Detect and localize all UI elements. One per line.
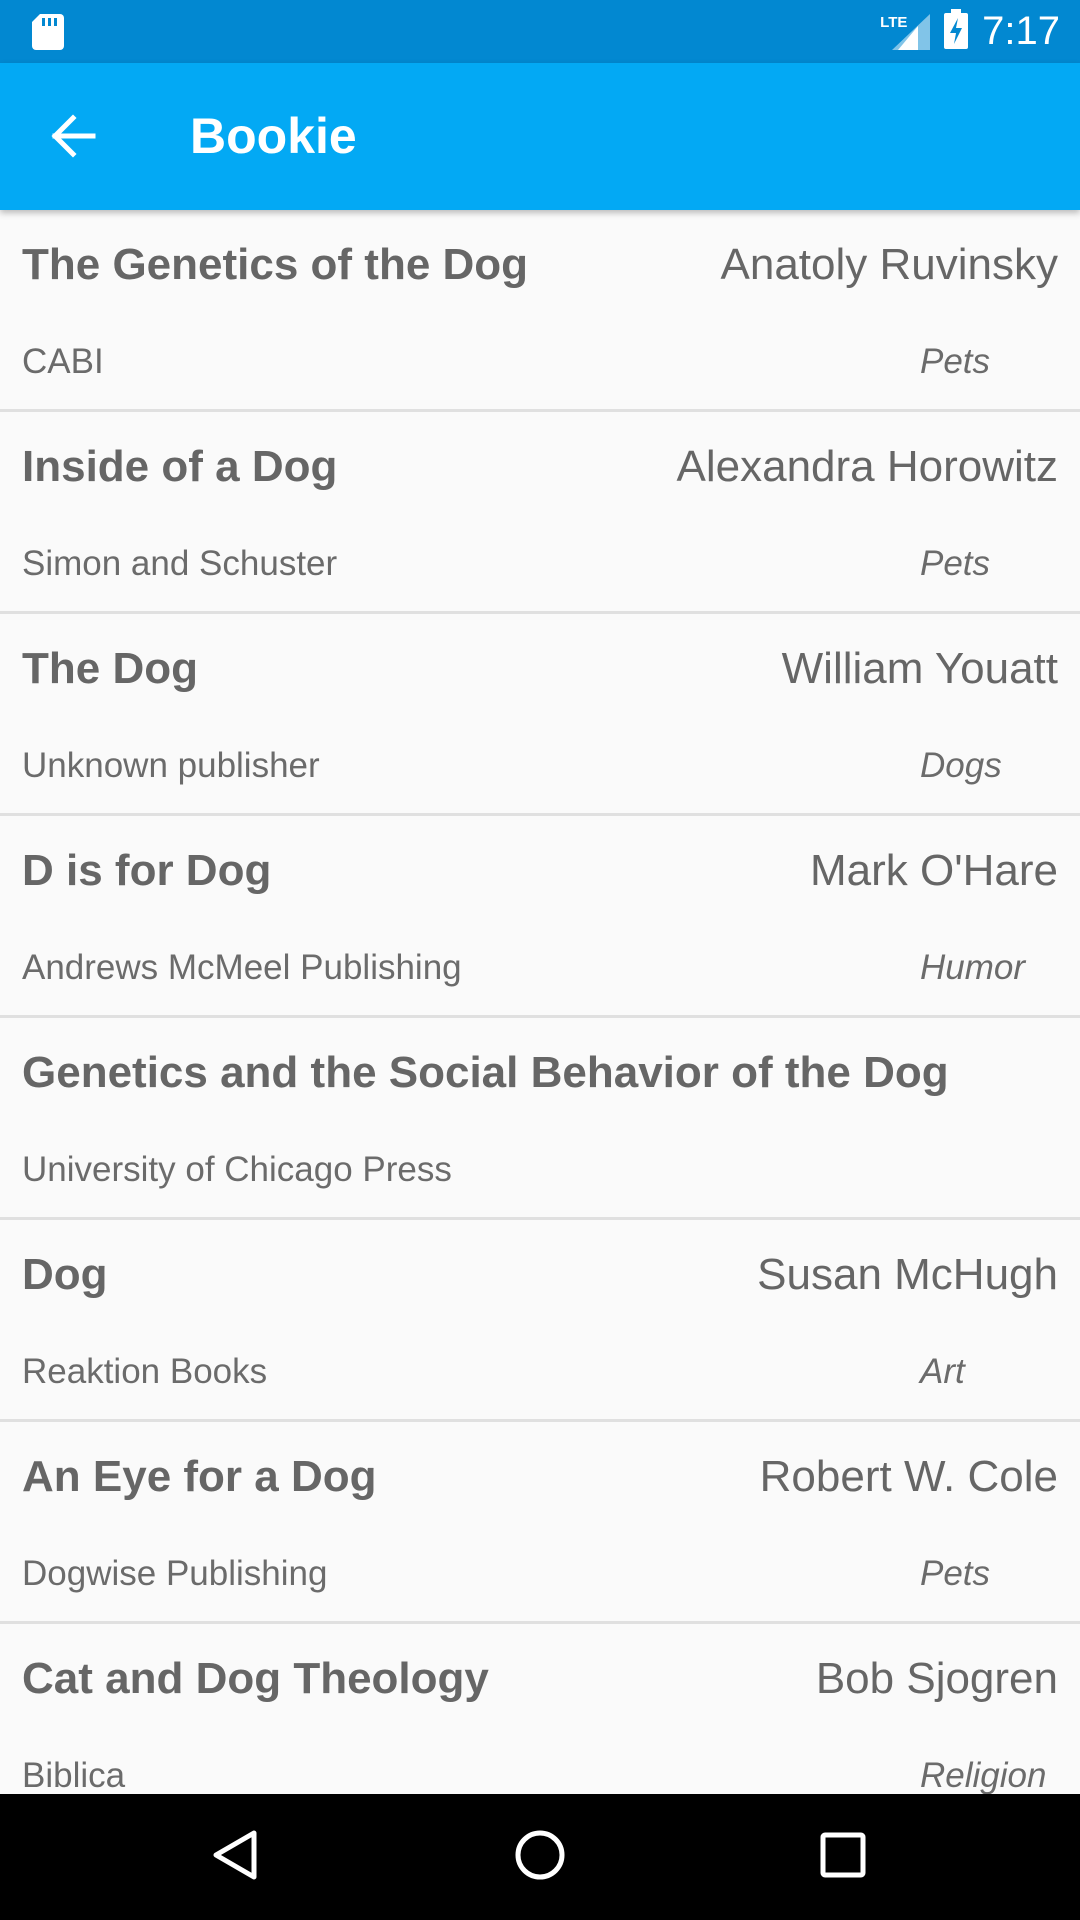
arrow-back-icon [49,113,97,163]
navigation-bar [0,1794,1080,1920]
book-publisher: Andrews McMeel Publishing [22,948,462,987]
book-category: Humor [920,948,1026,987]
book-list-item[interactable]: The Genetics of the Dog Anatoly Ruvinsky… [0,210,1080,412]
book-title: D is for Dog [22,846,272,895]
book-list-item[interactable]: An Eye for a Dog Robert W. Cole Dogwise … [0,1422,1080,1624]
app-bar: Bookie [0,63,1080,210]
book-category: Dogs [920,746,1002,785]
book-title: Genetics and the Social Behavior of the … [22,1048,949,1097]
book-author: Susan McHugh [757,1250,1058,1299]
battery-charging-icon [944,9,969,54]
back-triangle-icon [212,1829,258,1886]
nav-back-button[interactable] [200,1822,270,1892]
nav-home-button[interactable] [505,1822,575,1892]
book-category: Art [920,1352,965,1391]
book-publisher: Reaktion Books [22,1352,268,1391]
book-publisher: Biblica [22,1756,126,1794]
book-list[interactable]: The Genetics of the Dog Anatoly Ruvinsky… [0,210,1080,1794]
book-publisher: Unknown publisher [22,746,320,785]
book-author: Robert W. Cole [759,1452,1058,1501]
app-title: Bookie [190,108,357,164]
book-list-item[interactable]: Inside of a Dog Alexandra Horowitz Simon… [0,412,1080,614]
book-title: An Eye for a Dog [22,1452,377,1501]
book-publisher: CABI [22,342,104,381]
book-title: The Dog [22,644,198,693]
book-list-item[interactable]: Cat and Dog Theology Bob Sjogren Biblica… [0,1624,1080,1794]
book-list-item[interactable]: D is for Dog Mark O'Hare Andrews McMeel … [0,816,1080,1018]
book-author: Anatoly Ruvinsky [720,240,1058,289]
status-time: 7:17 [982,9,1060,53]
home-circle-icon [514,1829,566,1886]
book-publisher: University of Chicago Press [22,1150,452,1189]
book-author: Bob Sjogren [815,1654,1058,1703]
network-type-label: LTE [880,13,908,31]
book-title: Inside of a Dog [22,442,338,491]
book-list-item[interactable]: The Dog William Youatt Unknown publisher… [0,614,1080,816]
book-category: Religion [920,1756,1047,1794]
back-button[interactable] [38,103,108,173]
book-list-item[interactable]: Genetics and the Social Behavior of the … [0,1018,1080,1220]
recents-square-icon [820,1832,866,1883]
book-title: Dog [22,1250,108,1299]
book-title: Cat and Dog Theology [22,1654,489,1703]
book-author: Alexandra Horowitz [676,442,1059,491]
book-publisher: Dogwise Publishing [22,1554,328,1593]
book-author: Mark O'Hare [810,846,1058,895]
book-list-item[interactable]: Dog Susan McHugh Reaktion Books Art [0,1220,1080,1422]
book-category: Pets [920,544,991,583]
book-category: Pets [920,1554,991,1593]
sd-card-icon [32,14,64,55]
status-bar: LTE 7:17 [0,0,1080,63]
book-category: Pets [920,342,991,381]
book-publisher: Simon and Schuster [22,544,338,583]
book-author: William Youatt [781,644,1058,693]
nav-recents-button[interactable] [808,1822,878,1892]
book-title: The Genetics of the Dog [22,240,529,289]
signal-icon: LTE [880,12,931,52]
